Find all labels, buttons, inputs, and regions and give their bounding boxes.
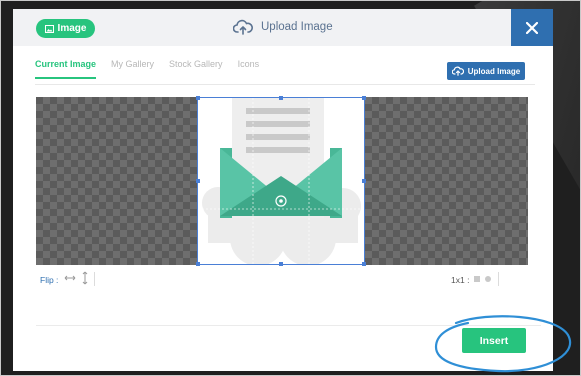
circle-ratio-icon[interactable] bbox=[485, 276, 491, 282]
modal-header: Image Upload Image bbox=[13, 9, 553, 46]
crop-handle-bottom-left[interactable] bbox=[196, 262, 200, 266]
tab-my-gallery[interactable]: My Gallery bbox=[111, 59, 154, 79]
crop-handle-bottom[interactable] bbox=[279, 262, 283, 266]
toolbar-separator bbox=[498, 272, 499, 286]
image-badge-label: Image bbox=[57, 23, 87, 34]
tabs-divider bbox=[35, 84, 535, 85]
crop-handle-left[interactable] bbox=[196, 179, 200, 183]
toolbar-separator bbox=[94, 272, 95, 286]
crop-handle-top[interactable] bbox=[279, 96, 283, 100]
modal-title: Upload Image bbox=[233, 15, 333, 39]
flip-horizontal-icon[interactable] bbox=[64, 272, 76, 284]
tab-stock-gallery[interactable]: Stock Gallery bbox=[169, 59, 223, 79]
image-icon bbox=[44, 24, 54, 33]
insert-button[interactable]: Insert bbox=[462, 328, 526, 353]
close-icon[interactable] bbox=[526, 21, 538, 34]
crop-area[interactable] bbox=[196, 96, 366, 266]
tab-current-image[interactable]: Current Image bbox=[35, 59, 97, 79]
close-button[interactable] bbox=[511, 9, 553, 46]
cloud-upload-icon bbox=[451, 66, 464, 76]
crop-handle-top-left[interactable] bbox=[196, 96, 200, 100]
modal-title-text: Upload Image bbox=[261, 21, 333, 33]
crop-handle-bottom-right[interactable] bbox=[362, 262, 366, 266]
upload-image-button-label: Upload Image bbox=[467, 66, 521, 76]
screenshot-frame: Image Upload Image Current Image My Gall… bbox=[0, 0, 581, 376]
image-toolbar: Flip : 1x1 : bbox=[36, 271, 528, 287]
cloud-upload-icon bbox=[233, 19, 253, 35]
envelope-illustration bbox=[198, 98, 364, 266]
footer-divider bbox=[36, 325, 541, 326]
tab-icons[interactable]: Icons bbox=[238, 59, 260, 79]
gallery-tabs: Current Image My Gallery Stock Gallery I… bbox=[35, 59, 259, 79]
square-ratio-icon[interactable] bbox=[474, 276, 480, 282]
image-badge: Image bbox=[36, 19, 95, 38]
aspect-ratio-label: 1x1 : bbox=[451, 275, 470, 285]
crop-handle-top-right[interactable] bbox=[362, 96, 366, 100]
upload-image-button[interactable]: Upload Image bbox=[447, 62, 525, 80]
flip-vertical-icon[interactable] bbox=[80, 271, 90, 285]
crop-handle-right[interactable] bbox=[362, 179, 366, 183]
upload-image-modal: Image Upload Image Current Image My Gall… bbox=[13, 9, 572, 373]
image-canvas bbox=[36, 96, 528, 266]
flip-label: Flip : bbox=[40, 275, 59, 285]
